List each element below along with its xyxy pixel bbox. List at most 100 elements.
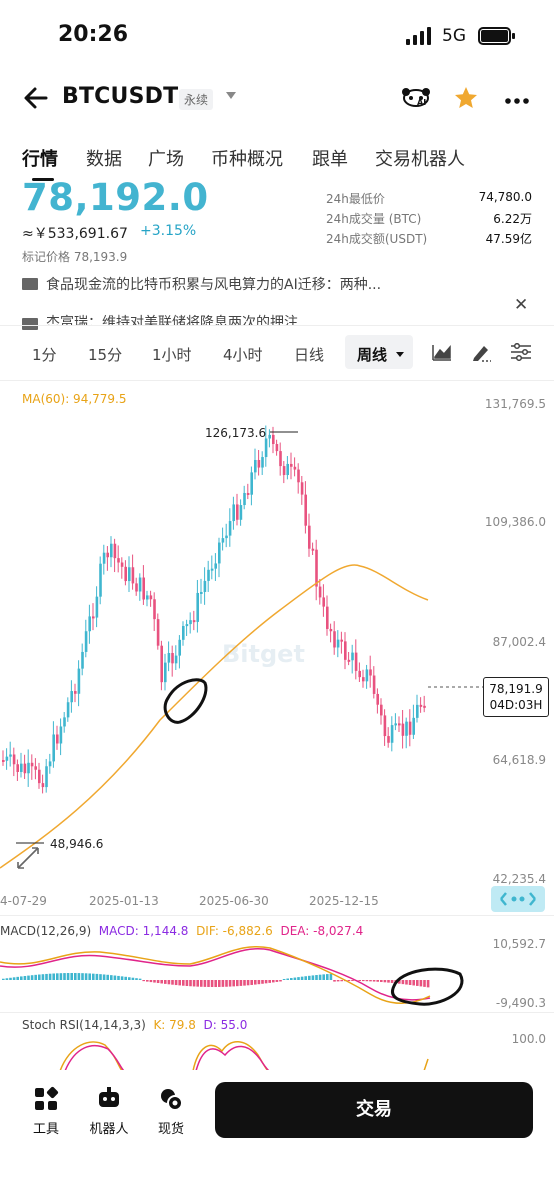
robot-label: 机器人	[89, 1122, 129, 1137]
macd-bar	[365, 980, 369, 982]
macd-bar	[300, 976, 304, 980]
indicator-button[interactable]	[432, 343, 452, 365]
news-icon	[22, 318, 38, 330]
interval-15m[interactable]: 15分	[88, 344, 122, 365]
tab-trading-bot[interactable]: 交易机器人	[375, 145, 465, 171]
candle-body	[196, 592, 199, 622]
status-time: 20:26	[58, 22, 129, 47]
macd-legend: MACD(12,26,9) MACD: 1,144.8 DIF: -6,882.…	[0, 924, 363, 938]
draw-button[interactable]	[470, 342, 492, 366]
more-button[interactable]	[504, 92, 530, 104]
interval-1w[interactable]: 周线	[357, 344, 387, 365]
candle-body	[207, 569, 210, 581]
candle-body	[398, 723, 401, 726]
candle-body	[408, 721, 412, 735]
more-icon	[505, 98, 529, 104]
interval-1d[interactable]: 日线	[294, 344, 324, 365]
macd-bar	[369, 980, 372, 982]
spot-button[interactable]: 现货	[146, 1086, 196, 1137]
expand-icon[interactable]	[17, 847, 39, 869]
candle-body	[153, 599, 156, 620]
tab-market[interactable]: 行情	[22, 145, 58, 171]
notice-item[interactable]: 食品现金流的比特币积累与风电算力的AI迁移：两种...	[46, 274, 466, 292]
candle-body	[412, 717, 415, 735]
macd-bar	[52, 973, 55, 980]
candle-body	[74, 691, 77, 694]
macd-bar	[419, 980, 423, 987]
favorite-button[interactable]	[453, 85, 479, 111]
macd-bar	[84, 973, 88, 980]
double-arrow-icon	[500, 892, 536, 906]
macd-bar	[416, 980, 419, 986]
trade-button[interactable]: 交易	[215, 1082, 533, 1138]
macd-bar	[318, 974, 322, 980]
robot-button[interactable]: 机器人	[84, 1086, 134, 1137]
macd-bar	[59, 973, 63, 980]
price-change: +3.15%	[140, 223, 197, 239]
area-chart-icon	[432, 344, 451, 361]
candle-body	[210, 568, 214, 571]
macd-bar	[412, 980, 415, 986]
candle-body	[56, 734, 59, 744]
tools-button[interactable]: 工具	[21, 1086, 71, 1137]
candle-body	[326, 606, 329, 629]
scroll-to-latest-button[interactable]	[491, 886, 545, 912]
stat-turnover-label: 24h成交额(USDT)	[326, 232, 428, 246]
macd-bar	[63, 973, 66, 980]
candle-body	[351, 652, 354, 661]
macd-bar	[178, 980, 181, 986]
back-button[interactable]	[20, 82, 52, 114]
macd-bar	[315, 975, 318, 980]
candle-body	[41, 783, 45, 788]
macd-bar	[30, 975, 34, 980]
candle-body	[362, 677, 365, 682]
macd-bar	[203, 980, 207, 987]
low-label: 48,946.6	[50, 837, 103, 851]
candle-body	[20, 763, 23, 772]
macd-bar	[246, 980, 250, 986]
candle-body	[117, 558, 120, 563]
ai-panda-button[interactable]: AI	[399, 86, 433, 114]
candle-body	[225, 535, 228, 539]
tab-copy-trading[interactable]: 跟单	[312, 145, 348, 171]
candle-body	[66, 702, 70, 718]
candle-body	[376, 693, 379, 705]
rsi-title: Stoch RSI(14,14,3,3)	[22, 1018, 146, 1032]
candle-body	[340, 639, 343, 642]
macd-bar	[171, 980, 174, 985]
macd-bar	[333, 980, 336, 982]
candle-body	[304, 494, 307, 526]
macd-bar	[196, 980, 199, 987]
macd-bar	[228, 980, 232, 987]
macd-bar	[160, 980, 163, 984]
candle-body	[182, 625, 185, 640]
notice-item[interactable]: 杰富瑞：维持对美联储将降息两次的押注	[46, 312, 466, 326]
macd-bar	[135, 978, 138, 980]
candle-body	[23, 763, 27, 774]
interval-4h[interactable]: 4小时	[223, 344, 263, 365]
candle-body	[156, 619, 160, 646]
settings-button[interactable]	[510, 342, 532, 365]
chevron-down-icon[interactable]	[226, 92, 236, 99]
macd-bar	[214, 980, 217, 987]
close-icon[interactable]: ✕	[514, 295, 528, 315]
macd-bar	[2, 978, 5, 980]
divider	[0, 1012, 554, 1013]
divider	[0, 325, 554, 326]
tab-data[interactable]: 数据	[86, 145, 122, 171]
interval-1h[interactable]: 1小时	[152, 344, 192, 365]
interval-1m[interactable]: 1分	[32, 344, 57, 365]
candlestick-chart[interactable]: Bitget 126,173.6 48,946.6	[0, 380, 554, 888]
candle-body	[110, 543, 113, 558]
macd-bar	[131, 977, 135, 980]
macd-bar	[362, 980, 365, 982]
notice-text: 食品现金流的比特币积累与风电算力的AI迁移：两种...	[46, 277, 382, 292]
tab-square[interactable]: 广场	[148, 145, 184, 171]
pair-title[interactable]: BTCUSDT	[62, 84, 178, 109]
candle-body	[70, 691, 73, 703]
candle-body	[135, 583, 138, 592]
macd-bar	[189, 980, 192, 987]
macd-bar	[293, 977, 297, 980]
tab-coin-overview[interactable]: 币种概况	[211, 145, 283, 171]
macd-bar	[387, 980, 390, 983]
